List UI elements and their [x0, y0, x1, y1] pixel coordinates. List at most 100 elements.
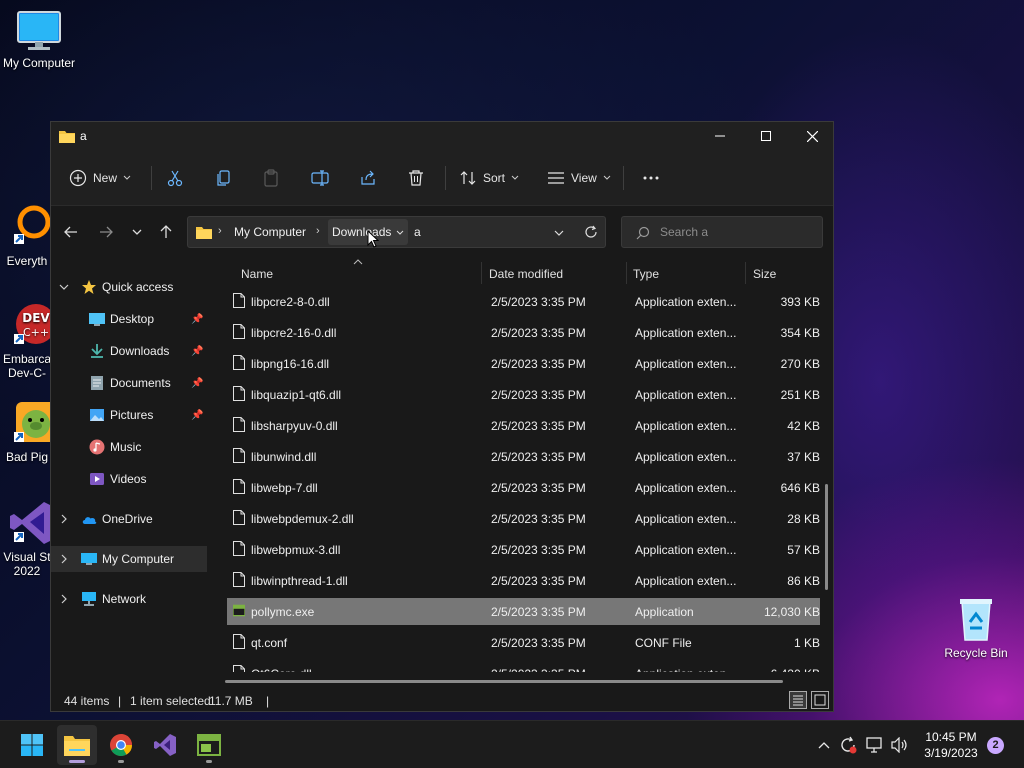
file-name: libpcre2-8-0.dll	[251, 295, 330, 309]
address-dropdown-icon[interactable]	[554, 230, 564, 237]
sidebar-item-quick-access[interactable]: Quick access	[51, 274, 207, 300]
desktop-icon-everything[interactable]: Everyth	[0, 204, 54, 268]
sidebar-item-onedrive[interactable]: OneDrive	[51, 506, 207, 532]
file-size: 251 KB	[780, 388, 820, 402]
delete-button[interactable]	[407, 162, 425, 194]
network-status-button[interactable]	[865, 735, 885, 755]
vertical-scrollbar[interactable]	[825, 484, 828, 590]
taskbar-chrome[interactable]	[101, 725, 141, 765]
desktop-icon-recycle-bin[interactable]: Recycle Bin	[936, 596, 1016, 660]
sidebar-item-videos[interactable]: Videos	[51, 466, 207, 492]
share-button[interactable]	[359, 162, 377, 194]
table-row[interactable]: pollymc.exe 2/5/2023 3:35 PM Application 12…	[227, 598, 820, 625]
table-row[interactable]: libwebp-7.dll 2/5/2023 3:35 PM Application…	[227, 474, 820, 501]
file-date: 2/5/2023 3:35 PM	[491, 667, 586, 672]
address-bar[interactable]: › My Computer › Downloads a	[187, 216, 606, 248]
table-row[interactable]: libpcre2-8-0.dll 2/5/2023 3:35 PM Applicat…	[227, 288, 820, 315]
monitor-icon	[17, 11, 61, 50]
file-size: 6,420 KB	[760, 667, 820, 672]
table-row[interactable]: Qt6Core.dll 2/5/2023 3:35 PM Application e…	[227, 660, 820, 672]
column-header-name[interactable]: Name	[241, 260, 273, 288]
breadcrumb-a[interactable]: a	[414, 225, 421, 239]
table-row[interactable]: libwinpthread-1.dll 2/5/2023 3:35 PM Appli…	[227, 567, 820, 594]
svg-text:C++: C++	[23, 326, 49, 339]
breadcrumb-my-computer[interactable]: My Computer	[234, 225, 306, 239]
file-icon	[233, 541, 245, 556]
search-input[interactable]	[660, 225, 810, 239]
file-icon	[233, 510, 245, 525]
title-bar[interactable]: a	[51, 122, 833, 150]
taskbar-visual-studio[interactable]	[145, 725, 185, 765]
maximize-button[interactable]	[743, 122, 789, 150]
taskbar-pollymc[interactable]	[189, 725, 229, 765]
recent-locations-button[interactable]	[125, 220, 149, 244]
show-hidden-icons-button[interactable]	[814, 735, 834, 755]
visual-studio-icon	[154, 734, 176, 756]
column-header-date[interactable]: Date modified	[489, 260, 563, 288]
notification-badge[interactable]: 2	[987, 737, 1004, 754]
pin-icon: 📌	[191, 313, 204, 325]
tiles-view-icon	[814, 694, 826, 706]
table-row[interactable]: libwebpmux-3.dll 2/5/2023 3:35 PM Applicat…	[227, 536, 820, 563]
tiles-view-button[interactable]	[811, 691, 829, 709]
desktop-icon-label-line1: Embarca	[2, 352, 52, 366]
column-header-type[interactable]: Type	[633, 260, 659, 288]
trash-icon	[409, 170, 423, 186]
desktop-icon-embarcadero[interactable]: DEV C++ Embarca Dev-C-	[0, 302, 54, 380]
sidebar-item-network[interactable]: Network	[51, 586, 207, 612]
new-button[interactable]: New	[69, 162, 131, 194]
close-button[interactable]	[789, 122, 835, 150]
search-box[interactable]	[621, 216, 823, 248]
more-options-button[interactable]	[642, 162, 660, 194]
up-button[interactable]	[154, 220, 178, 244]
file-list: Name Date modified Type Size libpcre2-8-…	[225, 258, 823, 672]
horizontal-scrollbar[interactable]	[225, 680, 783, 683]
forward-button[interactable]	[94, 220, 118, 244]
sidebar-item-downloads[interactable]: Downloads 📌	[51, 338, 207, 364]
desktop-icon-my-computer[interactable]: My Computer	[1, 10, 77, 70]
back-button[interactable]	[59, 220, 83, 244]
cut-button[interactable]	[166, 162, 184, 194]
sidebar-item-desktop[interactable]: Desktop 📌	[51, 306, 207, 332]
pin-icon: 📌	[191, 377, 204, 389]
column-divider[interactable]	[626, 262, 627, 284]
refresh-icon[interactable]	[584, 225, 598, 239]
file-name: libwinpthread-1.dll	[251, 574, 348, 588]
details-view-button[interactable]	[789, 691, 807, 709]
table-row[interactable]: libwebpdemux-2.dll 2/5/2023 3:35 PM Applic…	[227, 505, 820, 532]
file-name: libsharpyuv-0.dll	[251, 419, 338, 433]
taskbar-file-explorer[interactable]	[57, 725, 97, 765]
clock[interactable]: 10:45 PM 3/19/2023	[916, 729, 986, 761]
desktop-icon-visual-studio[interactable]: Visual St 2022	[0, 500, 54, 578]
copy-button[interactable]	[215, 162, 233, 194]
rename-button[interactable]	[311, 162, 329, 194]
table-row[interactable]: libunwind.dll 2/5/2023 3:35 PM Application…	[227, 443, 820, 470]
column-divider[interactable]	[481, 262, 482, 284]
file-type: Application exten...	[635, 419, 737, 433]
start-button[interactable]	[12, 725, 52, 765]
table-row[interactable]: libsharpyuv-0.dll 2/5/2023 3:35 PM Applica…	[227, 412, 820, 439]
minimize-button[interactable]	[697, 122, 743, 150]
sort-button[interactable]: Sort	[459, 162, 519, 194]
column-divider[interactable]	[745, 262, 746, 284]
sidebar-item-pictures[interactable]: Pictures 📌	[51, 402, 207, 428]
folder-icon	[59, 131, 75, 143]
sync-status-button[interactable]	[838, 735, 858, 755]
desktop-icon-bad-piggies[interactable]: Bad Pig	[0, 400, 54, 464]
file-name: qt.conf	[251, 636, 288, 650]
table-row[interactable]: libpng16-16.dll 2/5/2023 3:35 PM Applicati…	[227, 350, 820, 377]
sidebar-item-my-computer[interactable]: My Computer	[51, 546, 207, 572]
column-header-size[interactable]: Size	[753, 260, 776, 288]
item-count: 44 items	[64, 694, 110, 708]
file-date: 2/5/2023 3:35 PM	[491, 326, 586, 340]
table-row[interactable]: libquazip1-qt6.dll 2/5/2023 3:35 PM Applic…	[227, 381, 820, 408]
file-icon	[233, 324, 245, 339]
view-button[interactable]: View	[547, 162, 611, 194]
volume-button[interactable]	[890, 735, 910, 755]
sidebar-item-music[interactable]: Music	[51, 434, 207, 460]
paste-button[interactable]	[262, 162, 280, 194]
table-row[interactable]: libpcre2-16-0.dll 2/5/2023 3:35 PM Applica…	[227, 319, 820, 346]
video-icon	[90, 473, 104, 485]
sidebar-item-documents[interactable]: Documents 📌	[51, 370, 207, 396]
table-row[interactable]: qt.conf 2/5/2023 3:35 PM CONF File 1 KB	[227, 629, 820, 656]
